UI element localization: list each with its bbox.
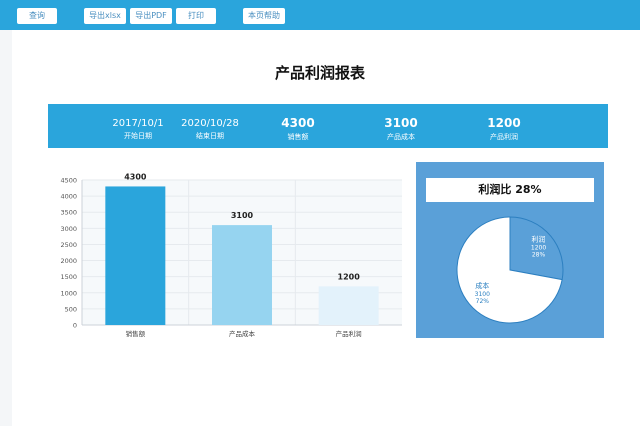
bar [318, 286, 379, 325]
bar-chart-svg: 0 500 1000 1500 2000 2500 3000 3500 4000 4500 4300… [60, 172, 402, 338]
export-pdf-button[interactable]: 导出PDF [130, 8, 172, 24]
end-date-label: 结束日期 [196, 132, 224, 140]
cost-value: 3100 [384, 116, 418, 130]
sales-stat: 4300 销售额 [253, 104, 343, 142]
pie-slice-value: 3100 [475, 291, 490, 298]
y-tick-label: 3000 [60, 225, 77, 233]
y-tick-label: 2500 [60, 241, 77, 249]
query-button[interactable]: 查询 [17, 8, 57, 24]
cost-stat: 3100 产品成本 [356, 104, 446, 142]
y-tick-label: 3500 [60, 209, 77, 217]
bar-value-label: 3100 [231, 211, 254, 220]
bar-value-label: 1200 [338, 272, 361, 281]
help-button[interactable]: 本页帮助 [243, 8, 285, 24]
bar [212, 225, 272, 325]
bar-value-label: 4300 [124, 172, 147, 181]
pie-panel: 利润比 28% 利润 1200 28% 成本 3100 72% [416, 162, 604, 338]
x-tick-label: 产品利润 [336, 329, 362, 338]
x-tick-label: 产品成本 [229, 329, 256, 338]
sales-value: 4300 [281, 116, 315, 130]
pie-slice-percent: 28% [532, 251, 546, 258]
y-tick-label: 4500 [60, 177, 77, 185]
bar-chart: 0 500 1000 1500 2000 2500 3000 3500 4000 4500 4300… [48, 168, 408, 343]
toolbar: 查询 导出xlsx 导出PDF 打印 本页帮助 [0, 0, 640, 30]
page-title: 产品利润报表 [274, 64, 365, 82]
export-xlsx-button[interactable]: 导出xlsx [84, 8, 126, 24]
pie-slice-label: 利润 [532, 234, 546, 243]
profit-label: 产品利润 [490, 133, 518, 141]
x-tick-label: 销售额 [126, 329, 146, 338]
print-button[interactable]: 打印 [176, 8, 216, 24]
y-tick-label: 1500 [60, 273, 77, 281]
pie-slice-percent: 72% [476, 298, 490, 305]
y-tick-label: 4000 [60, 193, 77, 201]
y-tick-label: 0 [73, 322, 77, 330]
pie-slice-label: 成本 [475, 281, 489, 290]
profit-stat: 1200 产品利润 [459, 104, 549, 142]
y-tick-label: 2000 [60, 257, 77, 265]
left-strip [0, 30, 12, 426]
bar [105, 186, 166, 325]
sales-label: 销售额 [287, 133, 309, 141]
y-tick-label: 500 [65, 305, 77, 313]
end-date-value: 2020/10/28 [181, 118, 239, 129]
pie-slice-value: 1200 [531, 244, 546, 251]
end-date-stat: 2020/10/28 结束日期 [165, 104, 255, 141]
profit-value: 1200 [487, 116, 521, 130]
summary-banner: 2017/10/1 开始日期 2020/10/28 结束日期 4300 销售额 … [48, 104, 608, 148]
pie-chart-svg: 利润120028% 成本310072% [456, 216, 564, 324]
cost-label: 产品成本 [387, 133, 415, 141]
y-tick-label: 1000 [60, 289, 77, 297]
